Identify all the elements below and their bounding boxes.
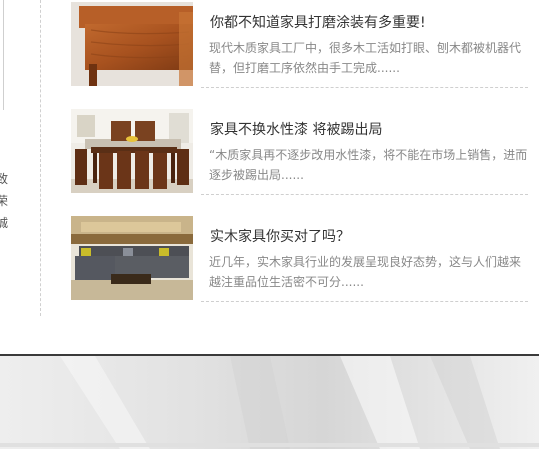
article-title[interactable]: 实木家具你买对了吗？ [210,226,528,246]
article-title[interactable]: 家具不换水性漆 将被踢出局 [210,119,528,139]
article-item[interactable]: 家具不换水性漆 将被踢出局 “木质家具再不逐步改用水性漆，将不能在市场上销售，进… [71,109,528,195]
article-item[interactable]: 你都不知道家具打磨涂装有多重要! 现代木质家具工厂中，很多木工活如打眼、刨木都被… [71,2,528,88]
article-divider [201,194,528,195]
article-summary: 近几年，实木家具行业的发展呈现良好态势，这与人们越来越注重品位生活密不可分...… [209,255,522,289]
article-thumbnail[interactable] [71,109,193,193]
article-thumbnail[interactable] [71,2,193,86]
left-char: 诚 [0,216,8,230]
article-summary: 现代木质家具工厂中，很多木工活如打眼、刨木都被机器代替，但打磨工序依然由手工完成… [209,41,522,75]
left-panel-edge [0,0,4,110]
left-column: 致 荣 诚 [0,0,41,316]
article-item[interactable]: 实木家具你买对了吗？ 近几年，实木家具行业的发展呈现良好态势，这与人们越来越注重… [71,216,528,302]
footer-banner [0,354,539,449]
footer-background-image [0,356,539,449]
footer-bottom-bar [0,443,539,447]
article-thumbnail[interactable] [71,216,193,300]
article-title[interactable]: 你都不知道家具打磨涂装有多重要! [210,12,528,32]
left-char: 致 [0,172,8,186]
left-partial-text: 致 荣 诚 [0,168,8,234]
left-char: 荣 [0,194,8,208]
article-divider [201,301,528,302]
article-divider [201,87,528,88]
article-summary: “木质家具再不逐步改用水性漆，将不能在市场上销售，进而逐步被踢出局...... [209,148,528,182]
